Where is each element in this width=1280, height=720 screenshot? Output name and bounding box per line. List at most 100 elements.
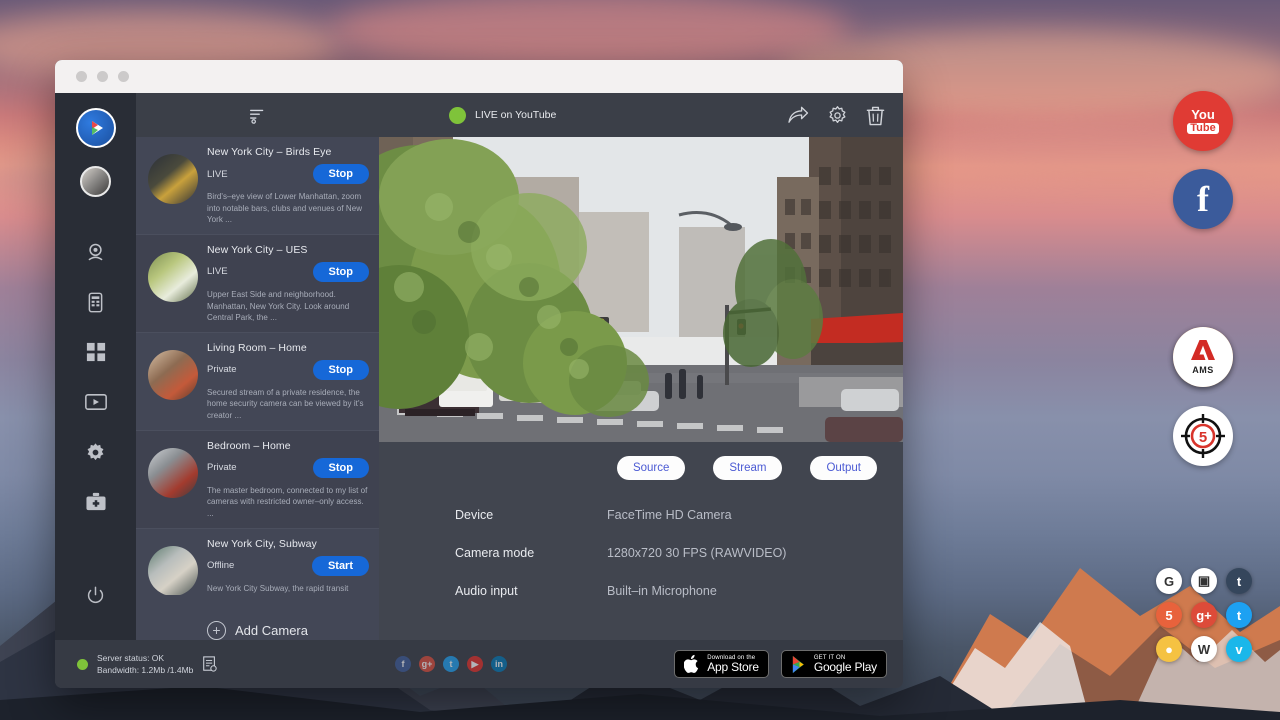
sidebar-item-cameras[interactable] <box>74 227 118 277</box>
live-status-badge: LIVE on YouTube <box>449 107 556 124</box>
camera-thumbnail <box>148 252 198 302</box>
social-link-linkedin[interactable]: in <box>491 656 507 672</box>
gear-icon[interactable] <box>827 105 848 126</box>
window-zoom-button[interactable] <box>118 71 129 82</box>
dock-mini-icon-twitch[interactable]: ▣ <box>1191 568 1217 594</box>
sort-filter-icon[interactable] <box>249 107 266 124</box>
detail-value[interactable]: Built–in Microphone <box>607 584 717 598</box>
status-indicator-dot <box>77 659 88 670</box>
detail-label: Camera mode <box>455 546 607 560</box>
camera-list-item[interactable]: New York City, SubwayOfflineStartNew Yor… <box>136 529 379 596</box>
sidebar-item-settings[interactable] <box>74 427 118 477</box>
dock-icon-youtube[interactable]: You Tube <box>1173 91 1233 151</box>
camera-action-button[interactable]: Stop <box>313 262 369 282</box>
social-link-youtube[interactable]: ▶ <box>467 656 483 672</box>
camera-status: LIVE <box>207 266 228 277</box>
mobile-device-icon <box>86 292 105 313</box>
window-body: New York City – Birds EyeLIVEStopBird's–… <box>55 93 903 640</box>
server-status-area: Server status: OK Bandwidth: 1.2Mb /1.4M… <box>55 652 377 677</box>
first-aid-kit-icon <box>85 492 107 512</box>
camera-action-button[interactable]: Stop <box>313 164 369 184</box>
dock-icon-ustream[interactable]: 5 <box>1173 406 1233 466</box>
app-store-badge[interactable]: Download on theApp Store <box>674 650 769 678</box>
app-logo-icon[interactable] <box>76 108 116 148</box>
camera-list-item[interactable]: New York City – UESLIVEStopUpper East Si… <box>136 235 379 333</box>
camera-status: Offline <box>207 560 234 571</box>
add-camera-button[interactable]: + Add Camera <box>136 595 379 640</box>
camera-action-button[interactable]: Stop <box>313 458 369 478</box>
status-text: Server status: OK Bandwidth: 1.2Mb /1.4M… <box>97 652 193 677</box>
sidebar-item-broadcasts[interactable] <box>74 377 118 427</box>
desktop: New York City – Birds EyeLIVEStopBird's–… <box>0 0 1280 720</box>
window-titlebar <box>55 60 903 93</box>
power-icon <box>86 586 105 605</box>
social-link-google-plus[interactable]: g+ <box>419 656 435 672</box>
document-log-icon[interactable] <box>202 656 217 672</box>
dock-mini-icon-flickr[interactable]: ● <box>1156 636 1182 662</box>
detail-row: DeviceFaceTime HD Camera <box>455 508 903 522</box>
status-footer: Server status: OK Bandwidth: 1.2Mb /1.4M… <box>55 640 903 688</box>
camera-title: Living Room – Home <box>207 342 369 354</box>
google-play-badge[interactable]: GET IT ONGoogle Play <box>781 650 887 678</box>
social-link-twitter[interactable]: t <box>443 656 459 672</box>
dock-icon-adobe-ams[interactable]: AMS <box>1173 327 1233 387</box>
camera-action-button[interactable]: Stop <box>313 360 369 380</box>
camera-list-item[interactable]: New York City – Birds EyeLIVEStopBird's–… <box>136 137 379 235</box>
gear-icon <box>85 442 106 463</box>
camera-thumbnail <box>148 546 198 596</box>
target-5-icon: 5 <box>1178 411 1228 461</box>
camera-list-item[interactable]: Living Room – HomePrivateStopSecured str… <box>136 333 379 431</box>
camera-list-panel: New York City – Birds EyeLIVEStopBird's–… <box>136 93 379 640</box>
camera-thumbnail <box>148 448 198 498</box>
window-minimize-button[interactable] <box>97 71 108 82</box>
dock-mini-icon-wordpress[interactable]: W <box>1191 636 1217 662</box>
sidebar-item-devices[interactable] <box>74 277 118 327</box>
main-panel: LIVE on YouTube <box>379 93 903 640</box>
dock-icon-facebook[interactable]: f <box>1173 169 1233 229</box>
video-monitor-icon <box>85 393 107 411</box>
bandwidth-label: Bandwidth: 1.2Mb /1.4Mb <box>97 664 193 676</box>
tab-output[interactable]: Output <box>810 456 877 480</box>
window-close-button[interactable] <box>76 71 87 82</box>
dock-mini-icon-ustream[interactable]: 5 <box>1156 602 1182 628</box>
dock-mini-icon-tumblr[interactable]: t <box>1226 568 1252 594</box>
dock-mini-icon-google-plus[interactable]: g+ <box>1191 602 1217 628</box>
video-preview[interactable] <box>379 137 903 442</box>
dock-mini-icon-google[interactable]: G <box>1156 568 1182 594</box>
camera-action-button[interactable]: Start <box>312 556 369 576</box>
detail-row: Audio inputBuilt–in Microphone <box>455 584 903 598</box>
detail-label: Audio input <box>455 584 607 598</box>
camera-description: Bird's–eye view of Lower Manhattan, zoom… <box>207 191 369 226</box>
sidebar-item-power[interactable] <box>74 570 118 620</box>
sidebar-item-dashboard[interactable] <box>74 327 118 377</box>
camera-status: Private <box>207 462 237 473</box>
camera-status: LIVE <box>207 169 228 180</box>
camera-list-item[interactable]: Bedroom – HomePrivateStopThe master bedr… <box>136 431 379 529</box>
server-status-label: Server status: OK <box>97 652 193 664</box>
detail-value[interactable]: 1280x720 30 FPS (RAWVIDEO) <box>607 546 786 560</box>
social-link-facebook[interactable]: f <box>395 656 411 672</box>
detail-value[interactable]: FaceTime HD Camera <box>607 508 732 522</box>
grid-icon <box>86 342 106 362</box>
camera-thumbnail <box>148 154 198 204</box>
main-header: LIVE on YouTube <box>379 93 903 137</box>
trash-icon[interactable] <box>866 105 885 126</box>
add-camera-label: Add Camera <box>235 623 308 638</box>
share-arrow-icon[interactable] <box>787 106 809 124</box>
dock-mini-icon-twitter[interactable]: t <box>1226 602 1252 628</box>
camera-list[interactable]: New York City – Birds EyeLIVEStopBird's–… <box>136 137 379 595</box>
footer-social-links: f g+ t ▶ in <box>395 656 507 672</box>
camera-title: New York City – UES <box>207 244 369 256</box>
user-avatar[interactable] <box>80 166 111 197</box>
plus-circle-icon: + <box>207 621 226 640</box>
sidebar-item-support[interactable] <box>74 477 118 527</box>
tab-stream[interactable]: Stream <box>713 456 782 480</box>
camera-status: Private <box>207 364 237 375</box>
camera-thumbnail <box>148 350 198 400</box>
store-badges: Download on theApp Store GET IT ONGoogle … <box>674 650 887 678</box>
tab-source[interactable]: Source <box>617 456 685 480</box>
store-badge-main: Google Play <box>814 661 877 674</box>
camera-title: New York City, Subway <box>207 538 369 550</box>
camera-title: Bedroom – Home <box>207 440 369 452</box>
dock-mini-icon-vimeo[interactable]: v <box>1226 636 1252 662</box>
